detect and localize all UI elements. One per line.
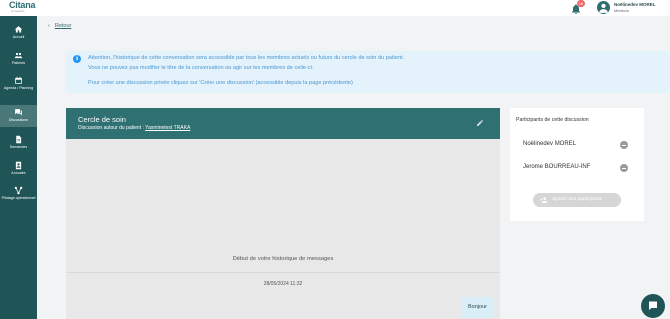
sidebar-item-label: Discussions	[8, 118, 29, 122]
sidebar-item-label: Agenda / Planning	[3, 86, 34, 90]
subtitle-prefix: Discussion autour du patient :	[78, 125, 146, 131]
notification-badge: 16	[577, 0, 585, 7]
info-line-1: Attention, l'historique de cette convers…	[88, 55, 405, 61]
sidebar-item-discussions[interactable]: Discussions	[0, 105, 37, 127]
remove-participant-icon[interactable]	[620, 164, 628, 172]
user-icon	[599, 3, 608, 13]
back-label: Retour	[54, 23, 72, 29]
chat-bubble-icon	[649, 301, 657, 310]
support-chat-button[interactable]	[641, 294, 665, 318]
add-user-icon	[540, 197, 548, 203]
participants-title: Participants de cette discussion	[516, 117, 589, 123]
add-participants-label: Ajouter des participants	[552, 197, 603, 202]
app-logo[interactable]: Citana	[9, 0, 36, 10]
chat-title: Cercle de soin	[78, 115, 126, 124]
info-icon: i	[73, 55, 81, 63]
info-line-3: Pour créer une discussion privée cliquez…	[88, 80, 353, 86]
patient-link[interactable]: Yasminetest TRAKA	[145, 125, 190, 131]
sidebar-item-patients[interactable]: Patients	[0, 51, 37, 69]
patients-icon	[14, 52, 23, 59]
sidebar: Accueil Patients Agenda / Planning Discu…	[0, 16, 37, 319]
sidebar-item-annuaire[interactable]: Annuaire	[0, 161, 37, 179]
sidebar-item-label: Patients	[12, 61, 25, 65]
info-line-2: Vous ne pouvez pas modifier le titre de …	[88, 65, 314, 71]
sidebar-item-label: Annuaire	[11, 171, 26, 175]
home-icon	[14, 26, 23, 33]
sidebar-item-demandes[interactable]: Demandes	[0, 135, 37, 153]
back-link[interactable]: ‹ Retour	[48, 23, 71, 29]
edit-icon[interactable]	[476, 119, 484, 127]
sidebar-item-label: Demandes	[9, 145, 28, 149]
chevron-left-icon: ‹	[48, 23, 50, 29]
participant-item: Jerome BOURREAU-INF	[523, 164, 591, 170]
message-timestamp: 28/05/2024 11:32	[263, 281, 303, 287]
divider	[66, 272, 500, 273]
avatar[interactable]	[597, 1, 610, 14]
add-participants-button[interactable]: Ajouter des participants	[533, 193, 621, 207]
sidebar-item-label: Pilotage opérationnel	[1, 196, 36, 200]
sidebar-item-accueil[interactable]: Accueil	[0, 25, 37, 43]
chat-panel: Cercle de soin Discussion autour du pati…	[66, 108, 500, 319]
logo-subtitle: by Cegedim	[11, 10, 25, 13]
participants-panel: Participants de cette discussion Noëline…	[510, 108, 644, 221]
info-banner: i Attention, l'historique de cette conve…	[65, 51, 670, 93]
directory-icon	[15, 161, 22, 170]
user-role: Médecin	[614, 8, 630, 13]
remove-participant-icon[interactable]	[620, 141, 628, 149]
sidebar-item-agenda[interactable]: Agenda / Planning	[0, 76, 37, 101]
user-name[interactable]: Noëlinedev MOREL	[614, 2, 656, 7]
history-start-label: Début de votre historique de messages	[232, 256, 334, 262]
discussions-icon	[15, 109, 22, 116]
network-icon	[14, 186, 23, 195]
participant-item: Noëlinedev MOREL	[523, 141, 577, 147]
sidebar-item-label: Accueil	[12, 35, 25, 39]
document-icon	[16, 135, 22, 144]
sidebar-item-pilotage[interactable]: Pilotage opérationnel	[0, 186, 37, 211]
top-bar: Citana by Cegedim 16 Noëlinedev MOREL Mé…	[0, 0, 670, 16]
message-bubble: Bonjour	[461, 297, 494, 318]
chat-subtitle: Discussion autour du patient : Yasminete…	[78, 125, 190, 131]
calendar-icon	[15, 76, 22, 84]
chat-header: Cercle de soin Discussion autour du pati…	[66, 108, 500, 139]
